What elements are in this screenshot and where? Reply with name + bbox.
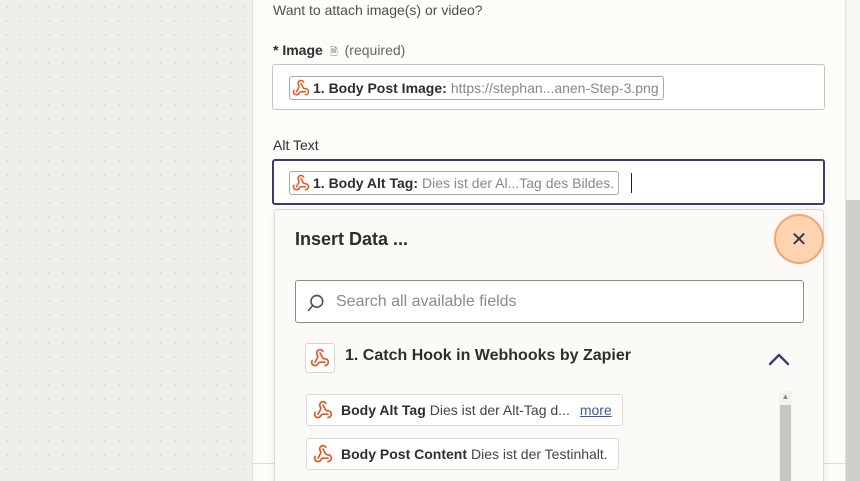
result-item-value: Dies ist der Testinhalt.	[471, 446, 608, 462]
panel-scrollbar-thumb[interactable]	[846, 200, 860, 481]
insert-data-title: Insert Data ...	[295, 229, 409, 249]
chevron-up-icon[interactable]	[768, 352, 790, 366]
alt-pill-title: 1. Body Alt Tag:	[313, 175, 418, 191]
image-data-pill[interactable]: 1. Body Post Image: https://stephan...an…	[289, 76, 664, 100]
alt-text-field-input[interactable]: 1. Body Alt Tag: Dies ist der Al...Tag d…	[272, 159, 825, 205]
result-item-body-alt-tag[interactable]: Body Alt Tag Dies ist der Alt-Tag d... m…	[306, 394, 623, 426]
result-item-title: Body Alt Tag	[341, 402, 426, 418]
scroll-up-arrow-icon[interactable]: ▲	[779, 391, 792, 403]
alt-pill-value: Dies ist der Al...Tag des Bildes.	[422, 175, 615, 191]
search-icon	[307, 294, 324, 312]
image-label-text: Image	[282, 42, 323, 58]
attach-media-question: Want to attach image(s) or video?	[273, 2, 483, 18]
webhook-icon	[313, 444, 333, 463]
canvas-background	[0, 0, 252, 481]
close-button[interactable]: ✕	[774, 214, 824, 264]
alt-data-pill[interactable]: 1. Body Alt Tag: Dies ist der Al...Tag d…	[289, 171, 620, 195]
document-icon: 🗎	[329, 47, 338, 58]
webhook-icon	[292, 174, 310, 191]
image-field-label: * Image 🗎 (required)	[273, 42, 405, 62]
list-scrollbar-thumb[interactable]	[780, 405, 791, 481]
webhook-icon	[313, 400, 333, 419]
required-star: *	[273, 42, 279, 58]
text-cursor	[631, 173, 632, 193]
alt-text-label-text: Alt Text	[273, 137, 319, 153]
more-link[interactable]: more	[580, 402, 612, 418]
required-text: (required)	[344, 42, 406, 58]
insert-data-dropdown: Insert Data ... ✕ 1. Catch Hook in Webho…	[274, 209, 824, 481]
image-pill-value: https://stephan...anen-Step-3.png	[450, 80, 659, 96]
result-item-body-post-content[interactable]: Body Post Content Dies ist der Testinhal…	[306, 438, 619, 470]
group-title[interactable]: 1. Catch Hook in Webhooks by Zapier	[345, 347, 631, 365]
webhook-icon	[310, 348, 330, 367]
close-icon: ✕	[790, 228, 808, 251]
image-pill-title: 1. Body Post Image:	[313, 80, 447, 96]
group-app-icon	[305, 343, 335, 373]
search-input[interactable]	[336, 282, 796, 321]
result-item-value: Dies ist der Alt-Tag d...	[429, 402, 570, 418]
search-field[interactable]	[295, 280, 804, 323]
alt-text-field-label: Alt Text	[273, 137, 319, 153]
image-field-input[interactable]: 1. Body Post Image: https://stephan...an…	[272, 64, 825, 110]
result-item-title: Body Post Content	[341, 446, 467, 462]
webhook-icon	[292, 79, 310, 96]
